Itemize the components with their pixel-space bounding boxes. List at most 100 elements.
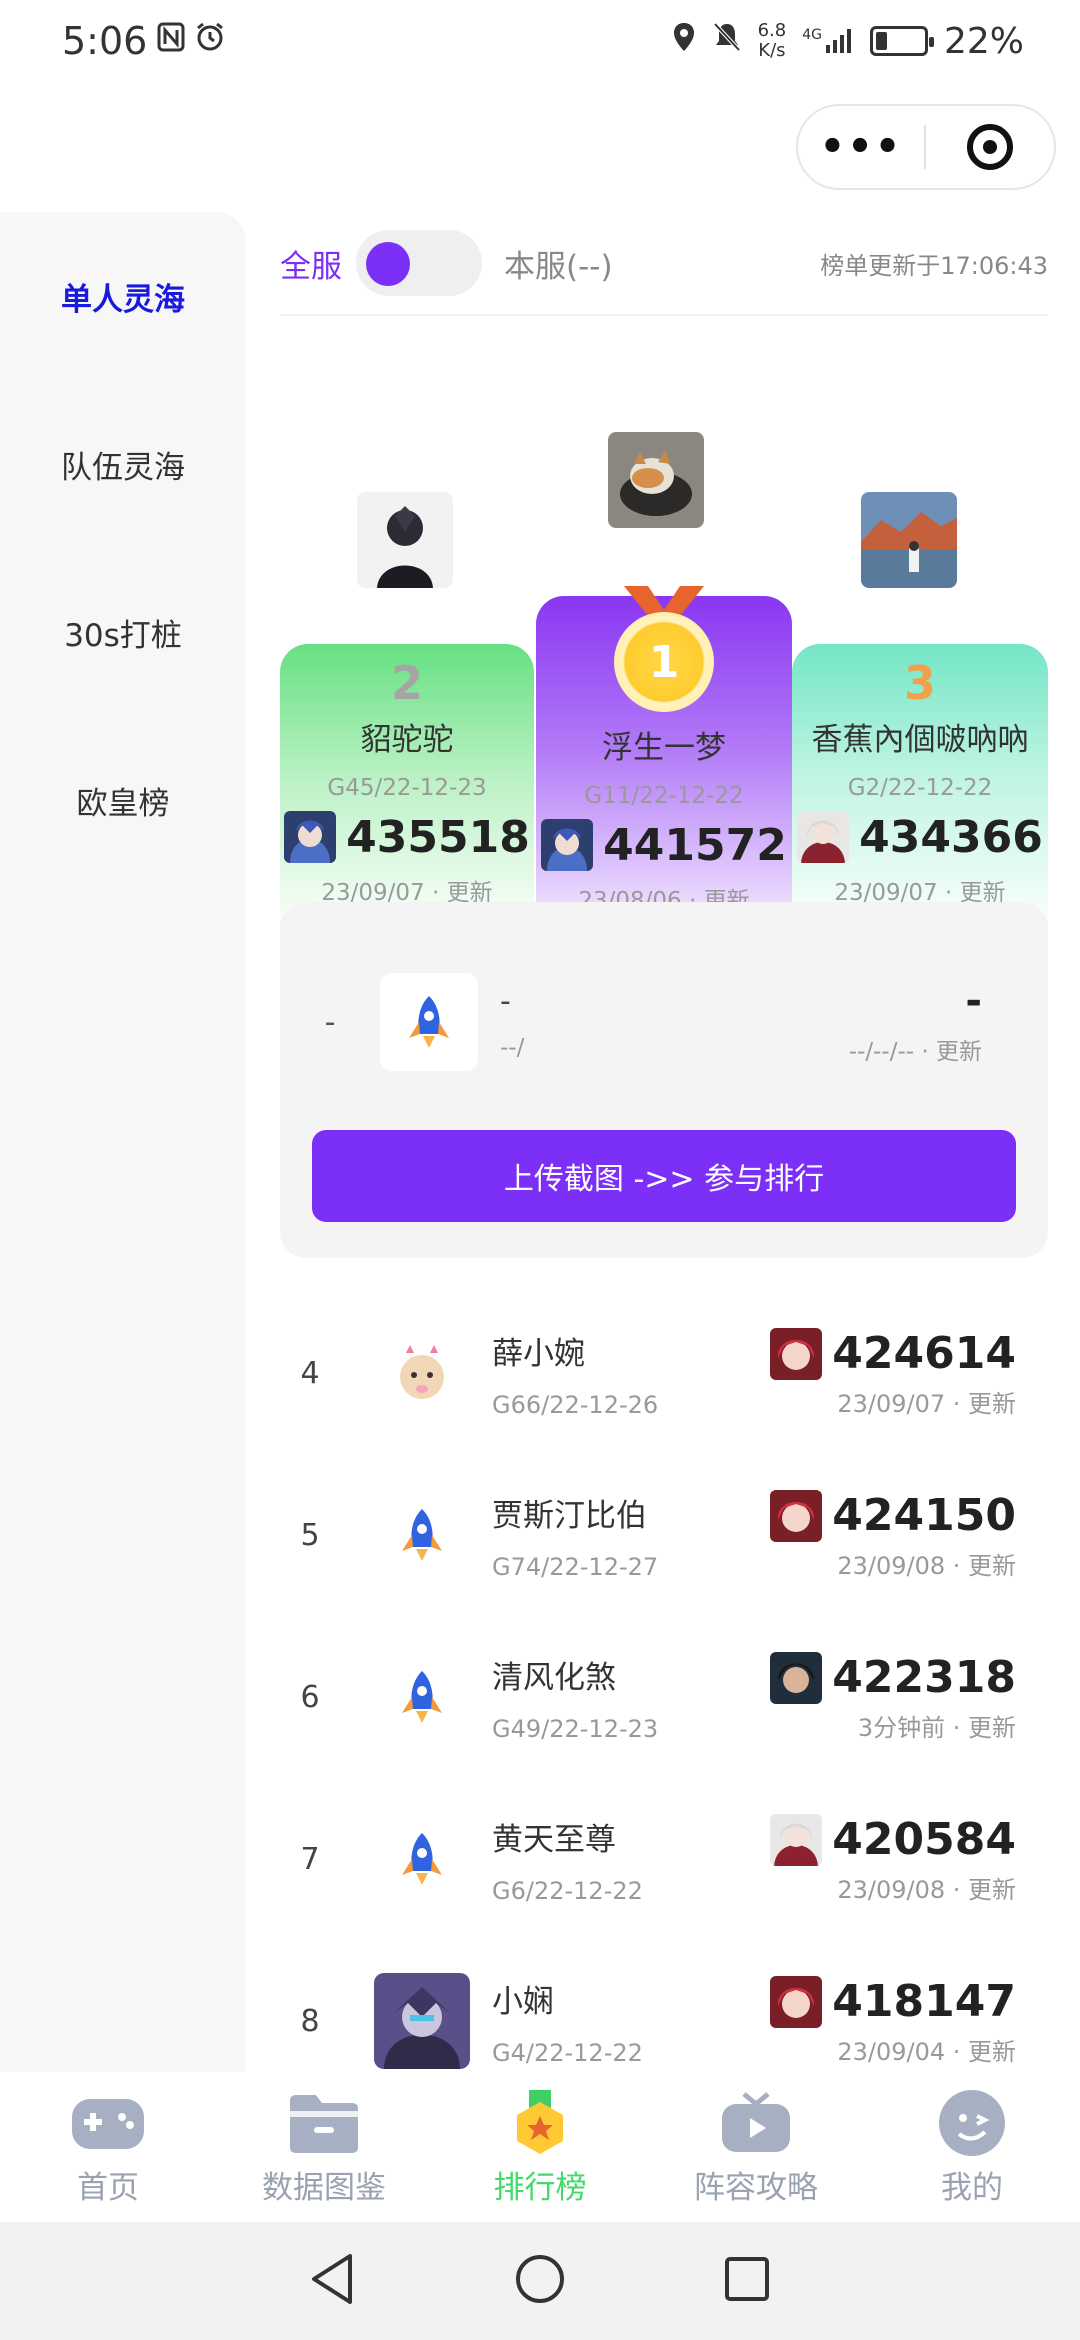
local-server-label[interactable]: 本服(--) [504,241,613,286]
list-item[interactable]: 4 薛小婉 G66/22-12-26 424614 23/09/07 · 更新 [280,1292,1048,1454]
nav-label: 数据图鉴 [262,2169,386,2206]
nav-label: 排行榜 [493,2169,587,2206]
sidebar-item-team[interactable]: 队伍灵海 [0,380,246,548]
podium-second[interactable]: 2 貂驼驼 G45/22-12-23 435518 23/09/07 · 更新 [280,644,534,936]
avatar[interactable] [861,492,957,588]
nav-label: 阵容攻略 [694,2169,818,2206]
my-score: - [965,978,982,1024]
player-score: 434366 [859,811,1043,863]
signal-icon: 4G [802,27,854,55]
update-time: 榜单更新于17:06:43 [820,251,1048,280]
list-item[interactable]: 5 贾斯汀比伯 G74/22-12-27 424150 23/09/08 · 更… [280,1454,1048,1616]
status-time: 5:06 [62,19,148,63]
character-avatar [770,1975,823,2028]
list-name: 小娴 [492,1983,554,2020]
medal-icon [502,2088,578,2158]
sidebar-item-luck[interactable]: 欧皇榜 [0,716,246,884]
list-server: G4/22-12-22 [492,2038,643,2067]
my-rank: - [324,1004,336,1040]
recents-icon[interactable] [722,2254,772,2308]
all-server-label[interactable]: 全服 [280,241,342,286]
my-rank-card: - - --/ - --/--/-- · 更新 上传截图 ->> 参与排行 [280,902,1048,1258]
rocket-icon [380,973,478,1071]
list-server: G74/22-12-27 [492,1552,659,1581]
network-type: 4G [802,27,822,43]
avatar [374,1325,470,1421]
character-avatar [541,819,594,871]
status-bar: 5:06 6.8 K/s 4G 22% [0,0,1080,82]
list-server: G49/22-12-23 [492,1714,659,1743]
list-name: 薛小婉 [492,1335,585,1372]
podium-first[interactable]: 1 浮生一梦 G11/22-12-22 441572 23/08/06 · 更新 [536,586,792,936]
ranking-main: 全服 本服(--) 榜单更新于17:06:43 2 貂驼驼 G45/22-12-… [280,212,1048,2072]
list-rank: 4 [300,1355,320,1391]
upload-screenshot-button[interactable]: 上传截图 ->> 参与排行 [312,1130,1016,1222]
list-score: 422318 [832,1652,1016,1703]
list-item[interactable]: 7 黄天至尊 G6/22-12-22 420584 23/09/08 · 更新 [280,1778,1048,1940]
list-updated: 3分钟前 · 更新 [857,1713,1016,1742]
podium: 2 貂驼驼 G45/22-12-23 435518 23/09/07 · 更新 … [280,316,1048,936]
player-score: 435518 [346,811,530,863]
list-item[interactable]: 6 清风化煞 G49/22-12-23 422318 3分钟前 · 更新 [280,1616,1048,1778]
list-score: 424150 [832,1490,1016,1541]
nfc-icon [157,22,185,60]
more-menu-button[interactable]: ••• [798,124,924,170]
list-server: G66/22-12-26 [492,1390,659,1419]
rank-number: 2 [390,656,423,710]
avatar [374,1973,470,2069]
player-name: 浮生一梦 [602,730,726,766]
nav-lineup[interactable]: 阵容攻略 [648,2072,864,2222]
nav-label: 我的 [941,2169,1003,2206]
my-server: --/ [500,1034,525,1061]
rocket-icon [374,1487,470,1583]
avatar[interactable] [608,432,704,528]
system-nav-bar [0,2222,1080,2340]
nav-profile[interactable]: 我的 [864,2072,1080,2222]
category-sidebar: 单人灵海 队伍灵海 30s打桩 欧皇榜 [0,212,246,2072]
rank-number: 1 [648,636,680,688]
player-name: 貂驼驼 [360,722,454,758]
list-item[interactable]: 8 小娴 G4/22-12-22 418147 23/09/04 · 更新 [280,1940,1048,2072]
ranking-list: 4 薛小婉 G66/22-12-26 424614 23/09/07 · 更新 … [280,1292,1048,2072]
list-name: 黄天至尊 [492,1821,616,1858]
target-icon [967,124,1013,170]
nav-database[interactable]: 数据图鉴 [216,2072,432,2222]
list-score: 418147 [832,1976,1016,2027]
list-score: 420584 [832,1814,1016,1865]
avatar[interactable] [357,492,453,588]
rocket-icon [374,1811,470,1907]
bell-muted-icon [712,21,742,62]
list-rank: 7 [300,1841,320,1877]
home-icon[interactable] [513,2252,567,2310]
bottom-nav: 首页 数据图鉴 排行榜 阵容攻略 我的 [0,2072,1080,2222]
net-speed: 6.8 K/s [758,21,787,61]
miniprogram-capsule: ••• [796,104,1056,190]
toggle-knob [366,242,410,286]
server-toggle[interactable] [356,230,482,296]
character-avatar [284,811,337,863]
back-icon[interactable] [308,2252,358,2310]
player-server: G45/22-12-23 [327,775,487,801]
character-avatar [770,1651,823,1704]
list-name: 清风化煞 [492,1659,616,1696]
character-avatar [797,811,850,863]
list-rank: 5 [300,1517,320,1553]
list-score: 424614 [832,1328,1016,1379]
list-server: G6/22-12-22 [492,1876,643,1905]
close-miniprogram-button[interactable] [926,124,1054,170]
tv-icon [718,2088,794,2158]
nav-home[interactable]: 首页 [0,2072,216,2222]
folder-icon [286,2088,362,2158]
server-filter-bar: 全服 本服(--) 榜单更新于17:06:43 [280,212,1048,316]
sidebar-item-solo[interactable]: 单人灵海 [0,212,246,380]
character-avatar [770,1813,823,1866]
player-server: G2/22-12-22 [847,775,993,801]
sidebar-item-30s[interactable]: 30s打桩 [0,548,246,716]
nav-ranking[interactable]: 排行榜 [432,2072,648,2222]
list-updated: 23/09/07 · 更新 [837,1389,1016,1418]
rocket-icon [374,1649,470,1745]
list-updated: 23/09/08 · 更新 [837,1875,1016,1904]
battery-percent: 22% [943,20,1024,62]
podium-third[interactable]: 3 香蕉內個啵吶吶 G2/22-12-22 434366 23/09/07 · … [792,644,1048,936]
my-name: - [500,983,511,1019]
